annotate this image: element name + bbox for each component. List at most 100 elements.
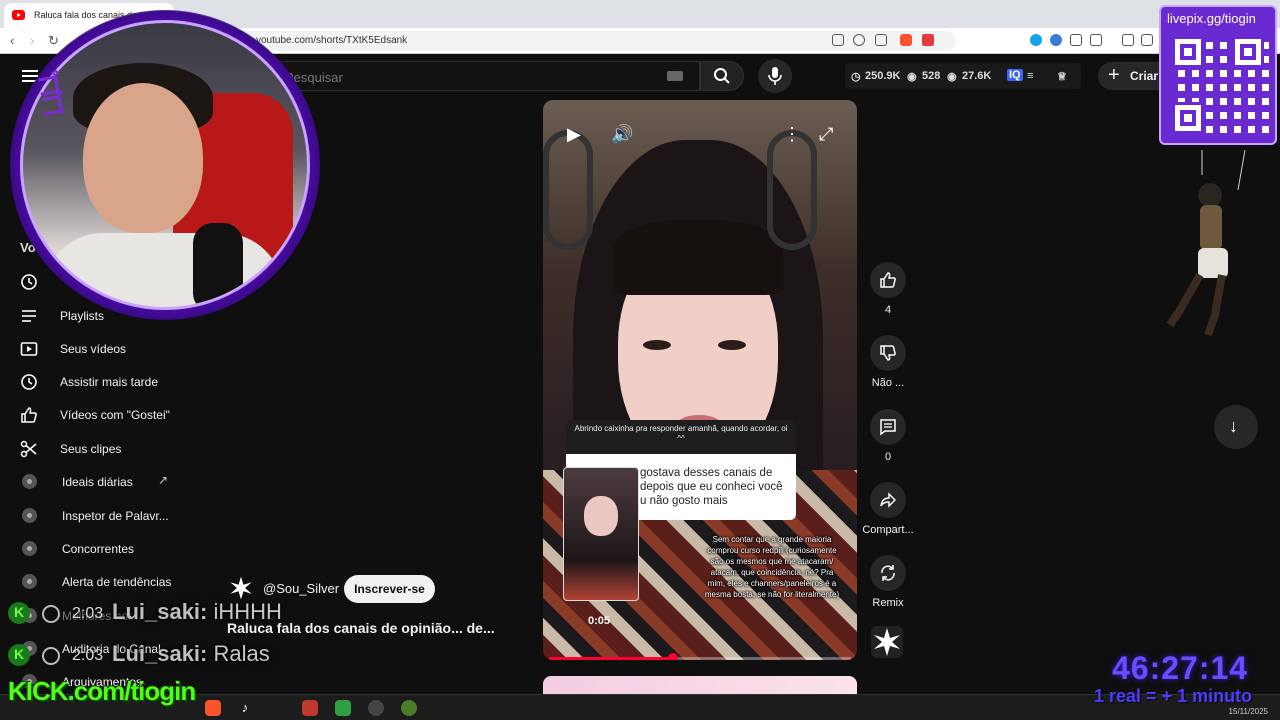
extension-icon[interactable] <box>1050 34 1062 46</box>
forward-icon[interactable]: › <box>30 33 34 48</box>
brave-shield-icon[interactable] <box>900 34 912 46</box>
channel-avatar-small[interactable] <box>228 575 254 601</box>
app-icon[interactable] <box>302 700 318 716</box>
webcam-feed <box>20 20 310 310</box>
trophy-icon[interactable]: ♕ <box>1057 70 1067 83</box>
sidebar-item-watch-later[interactable]: Assistir mais tarde <box>0 365 220 397</box>
media-icon[interactable] <box>1122 34 1134 46</box>
like-icon <box>21 407 37 423</box>
sidebar-item-your-videos[interactable]: Seus vídeos <box>0 332 220 364</box>
sidebar-item-label: Concorrentes <box>62 542 135 556</box>
vidiq-tool-icon <box>22 574 37 589</box>
brave-rewards-icon[interactable] <box>922 34 934 46</box>
volume-icon[interactable]: 🔊 <box>611 124 633 145</box>
like-count: 4 <box>884 304 892 316</box>
subathon-rule: 1 real = + 1 minuto <box>1094 686 1253 706</box>
livepix-panel: livepix.gg/tiogin <box>1159 5 1277 145</box>
chat-timestamp: 2:03 <box>72 647 104 664</box>
livepix-url: livepix.gg/tiogin <box>1167 11 1256 26</box>
app-icon[interactable] <box>401 700 417 716</box>
share-icon <box>880 492 896 508</box>
vidiq-icon[interactable]: IQ <box>1007 69 1023 81</box>
chat-message-text: iHHHH <box>213 599 282 624</box>
channel-name[interactable]: @Sou_Silver <box>263 581 339 596</box>
chat-text: Lui_saki: Ralas <box>112 641 270 667</box>
microphone-icon <box>768 67 782 85</box>
screen-icon[interactable] <box>832 34 844 46</box>
short-video-player[interactable]: ▶ 🔊 ⋮ ⤢ Abrindo caixinha pra responder a… <box>543 100 857 660</box>
tiktok-icon[interactable]: ♪ <box>237 700 253 716</box>
brave-icon[interactable] <box>205 700 221 716</box>
dislike-label: Não ... <box>871 377 905 389</box>
sidebar-item-label: Vídeos com "Gostei" <box>60 408 170 422</box>
vidiq-tool-icon <box>22 474 37 489</box>
sidebar-tool-trend-alerts[interactable]: Alerta de tendências <box>0 565 220 597</box>
list-icon[interactable]: ≡ <box>1027 70 1033 82</box>
channel-stats-widget: ◷ 250.9K ◉ 528 ◉ 27.6K IQ ≡ ♕ <box>845 63 1081 89</box>
taskbar-date: 15/11/2025 <box>1228 707 1268 716</box>
sidebar-item-label: Inspetor de Palavr... <box>62 509 169 523</box>
subscribe-button[interactable]: Inscrever-se <box>344 575 435 603</box>
subscribe-label: Inscrever-se <box>354 582 425 596</box>
video-subject-bangs <box>613 220 783 295</box>
obs-icon[interactable] <box>368 700 384 716</box>
kick-badge-icon: K <box>8 644 30 666</box>
sidebar-item-liked-videos[interactable]: Vídeos com "Gostei" <box>0 398 220 430</box>
external-link-icon: ↗ <box>158 473 169 487</box>
user-icon <box>42 647 60 665</box>
question-text: gostava desses canais de depois que eu c… <box>640 467 783 507</box>
clock-icon: ◷ <box>851 71 861 83</box>
chat-user: Lui_saki: <box>112 599 208 624</box>
sidebar-item-label: Ideais diárias <box>62 475 133 489</box>
streamer-microphone <box>193 223 243 307</box>
voice-search-button[interactable] <box>758 59 792 93</box>
app-icon[interactable] <box>335 700 351 716</box>
progress-bar[interactable] <box>549 653 851 660</box>
extensions-puzzle-icon[interactable] <box>1070 34 1082 46</box>
comment-icon <box>880 419 896 436</box>
fullscreen-icon[interactable]: ⤢ <box>819 124 833 145</box>
sidebar-tool-keyword-inspector[interactable]: Inspetor de Palavr... <box>0 499 220 531</box>
history-icon <box>21 274 37 290</box>
eye-icon: ◉ <box>907 71 917 83</box>
search-icon <box>714 68 730 84</box>
progress-knob[interactable] <box>668 653 678 660</box>
zoom-icon[interactable] <box>853 34 865 46</box>
clock-icon <box>21 374 37 390</box>
split-view-icon[interactable] <box>1141 34 1153 46</box>
qr-finder <box>1235 39 1261 65</box>
chat-message: K 2:03 Lui_saki: Ralas <box>0 641 320 671</box>
like-button[interactable]: 4 <box>862 262 914 316</box>
play-icon[interactable]: ▶ <box>567 124 581 145</box>
headphone-left <box>543 130 593 250</box>
comments-button[interactable]: 0 <box>862 409 914 463</box>
sidebar-tool-competitors[interactable]: Concorrentes <box>0 532 220 564</box>
search-button[interactable] <box>700 61 744 91</box>
share-button[interactable]: Compart... <box>862 482 914 536</box>
sidebar-item-label: Assistir mais tarde <box>60 375 159 389</box>
question-box-header: Abrindo caixinha pra responder amanhã, q… <box>566 420 796 454</box>
more-options-icon[interactable]: ⋮ <box>783 124 801 145</box>
user-icon <box>42 605 60 623</box>
chat-message: K 2:03 Lui_saki: iHHHH <box>0 599 320 629</box>
kick-watermark: KICK.com/tiogin <box>8 676 196 706</box>
qr-code-icon <box>1171 35 1269 139</box>
chat-message-text: Ralas <box>213 641 270 666</box>
next-short-button[interactable] <box>1214 405 1258 449</box>
kick-badge-icon: K <box>8 602 30 624</box>
back-icon[interactable]: ‹ <box>10 33 14 48</box>
keyboard-icon[interactable] <box>667 71 683 81</box>
dislike-button[interactable]: Não ... <box>862 335 914 389</box>
qr-finder <box>1175 39 1201 65</box>
reload-icon[interactable]: ↻ <box>48 33 59 49</box>
sidebar-tool-daily-ideas[interactable]: Ideais diárias ↗ <box>0 465 220 497</box>
channel-avatar[interactable] <box>871 626 903 658</box>
extension-icon[interactable] <box>1030 34 1042 46</box>
share-page-icon[interactable] <box>875 34 887 46</box>
progress-fill <box>549 657 673 660</box>
sidebar-panel-icon[interactable] <box>1090 34 1102 46</box>
youtube-favicon-icon <box>12 10 25 20</box>
sidebar-item-your-clips[interactable]: Seus clipes <box>0 432 220 464</box>
search-input[interactable]: Pesquisar <box>268 61 700 91</box>
remix-button[interactable]: Remix <box>862 555 914 609</box>
